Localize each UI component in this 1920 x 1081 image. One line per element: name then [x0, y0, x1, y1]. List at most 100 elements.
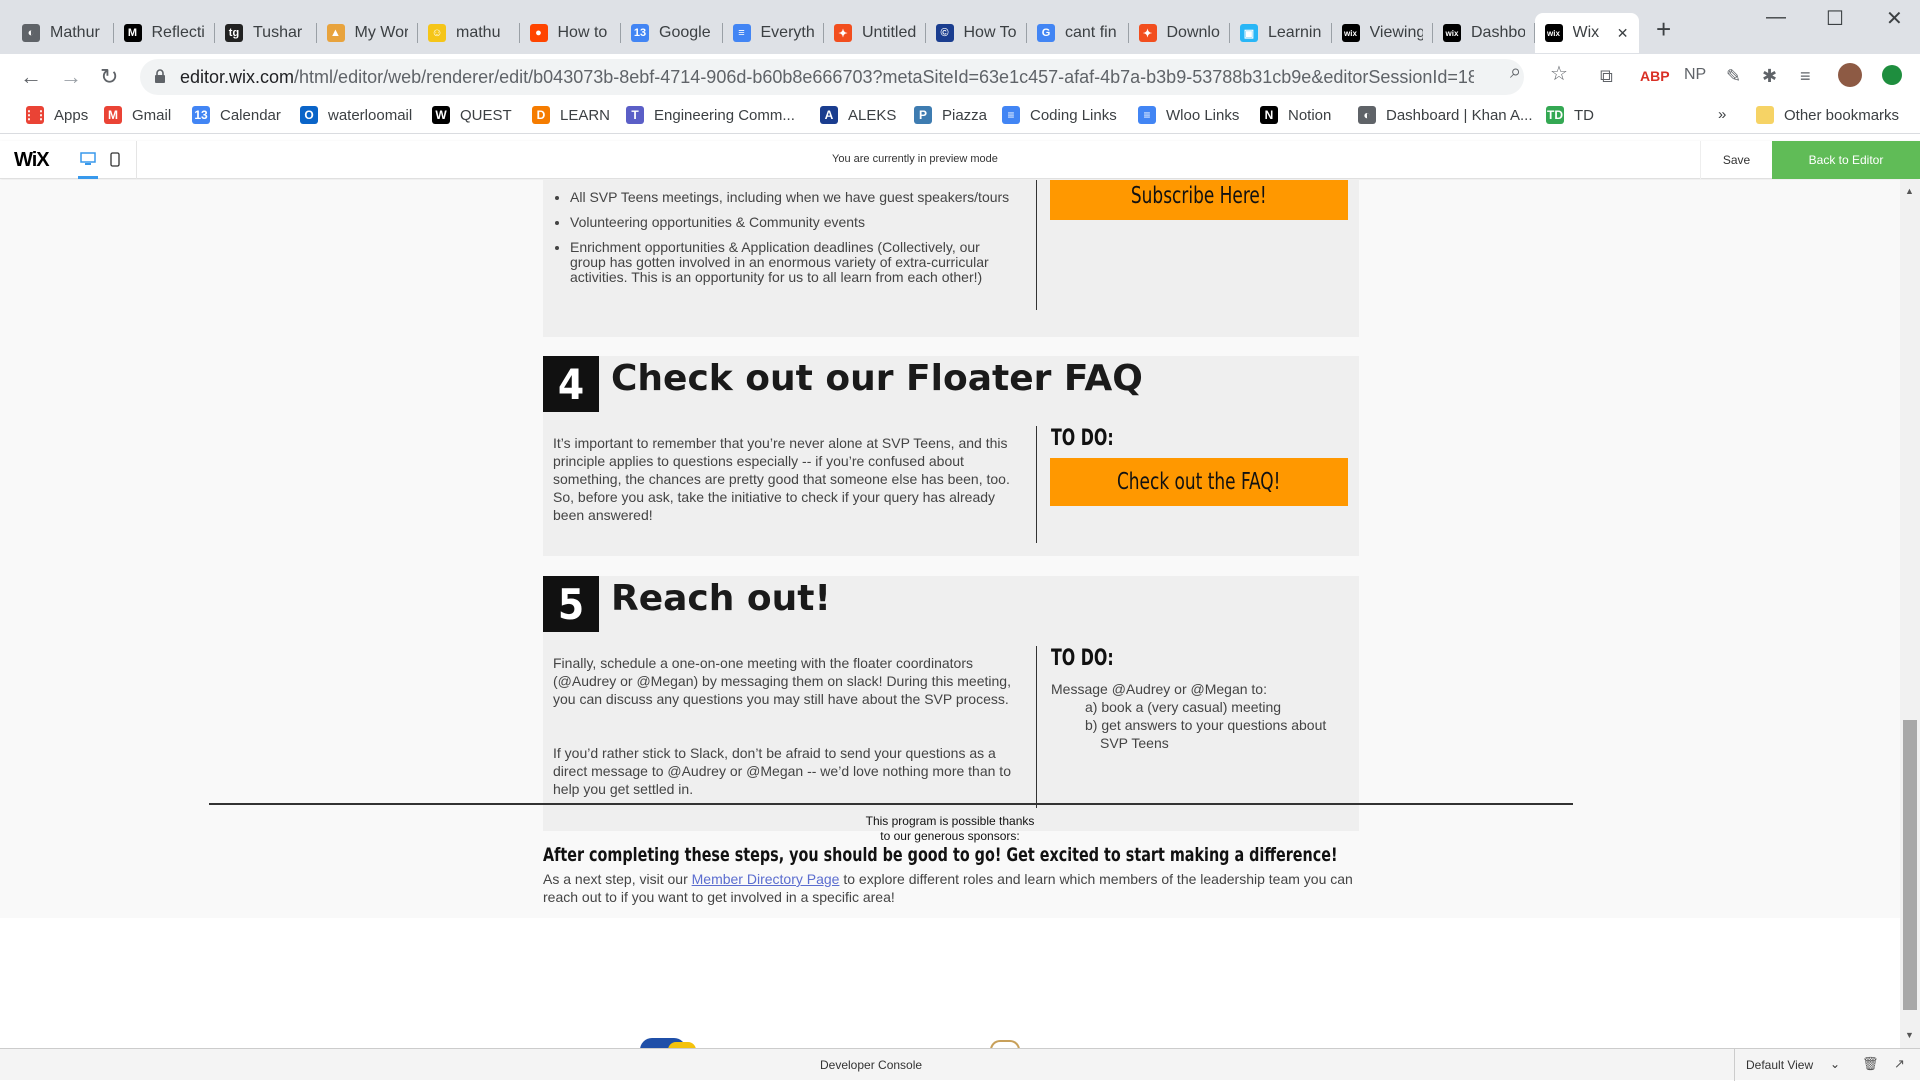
bookmark-favicon-icon: ◐ — [1358, 106, 1376, 124]
tab-strip: ◐ Mathur M Reflecti tg Tushar ▲ My Wor ☺ mathu ● Ho… — [0, 0, 1920, 54]
tab[interactable]: ≡ Everyth — [723, 13, 824, 53]
bookmark-label: Engineering Comm... — [654, 106, 795, 124]
bookmark-item[interactable]: Owaterloomail — [300, 106, 412, 124]
mobile-view-icon[interactable] — [110, 152, 120, 167]
bookmark-label: ALEKS — [848, 106, 897, 124]
minimize-icon[interactable]: — — [1766, 6, 1786, 29]
preview-mode-message: You are currently in preview mode — [832, 153, 998, 165]
tab[interactable]: wix Dashbo — [1433, 13, 1535, 53]
lock-icon[interactable] — [154, 68, 166, 84]
divider-line — [1036, 426, 1037, 543]
bookmark-item[interactable]: ≡ Coding Links — [1002, 106, 1117, 124]
bookmark-item[interactable]: ⋮⋮ Apps — [23, 106, 88, 124]
forward-icon[interactable]: → — [60, 64, 82, 90]
tab[interactable]: ☺ mathu — [418, 13, 520, 53]
save-button[interactable]: Save — [1700, 141, 1772, 179]
view-select[interactable]: Default View — [1746, 1058, 1813, 1072]
back-icon[interactable]: ← — [20, 64, 42, 90]
bookmark-label: Piazza — [942, 106, 988, 124]
tab-active[interactable]: wix Wix ✕ — [1534, 13, 1639, 53]
chevron-down-icon[interactable]: ⌄ — [1830, 1057, 1840, 1071]
update-icon[interactable] — [1882, 65, 1902, 85]
divider — [1734, 1049, 1735, 1081]
divider-line — [1036, 180, 1037, 310]
step-4-card: 4 Check out our Floater FAQ It’s importa… — [543, 356, 1359, 556]
bookmark-star-icon[interactable]: ☆ — [1550, 61, 1568, 86]
new-tab-icon[interactable]: + — [1656, 14, 1671, 45]
subscribe-button[interactable]: Subscribe Here! — [1050, 180, 1348, 220]
tab[interactable]: ▲ My Wor — [317, 13, 418, 53]
expand-icon[interactable]: ↗ — [1894, 1056, 1905, 1072]
bookmark-item[interactable]: 13 Calendar — [192, 106, 281, 124]
member-directory-link[interactable]: Member Directory Page — [692, 871, 840, 887]
tab[interactable]: 13 Google — [621, 13, 723, 53]
bookmark-favicon-icon: W — [432, 106, 450, 124]
scrollbar-thumb[interactable] — [1903, 720, 1917, 1010]
subscribe-bullets: All SVP Teens meetings, including when w… — [570, 190, 1010, 295]
completion-text-pre: As a next step, visit our — [543, 871, 692, 887]
tab[interactable]: © How To — [926, 13, 1027, 53]
tab-title: Learnin — [1268, 24, 1322, 41]
bookmark-item[interactable]: M Gmail — [104, 106, 171, 124]
bookmark-item[interactable]: D LEARN — [532, 106, 610, 124]
tab[interactable]: ✦ Downlo — [1129, 13, 1230, 53]
scrollbar[interactable]: ▲ ▼ — [1900, 180, 1920, 1048]
url-domain: editor.wix.com — [180, 66, 295, 87]
bookmark-label: Dashboard | Khan A... — [1386, 106, 1533, 124]
bullet-item: Volunteering opportunities & Community e… — [570, 215, 1010, 230]
bookmark-item[interactable]: ≡ Wloo Links — [1138, 106, 1239, 124]
desktop-view-icon[interactable] — [80, 152, 96, 166]
developer-console-toggle[interactable]: Developer Console — [820, 1058, 922, 1072]
address-bar[interactable]: editor.wix.com/html/editor/web/renderer/… — [140, 59, 1524, 95]
close-tab-icon[interactable]: ✕ — [1617, 25, 1629, 42]
bookmark-item[interactable]: T Engineering Comm... — [626, 106, 795, 124]
tab-favicon-icon: wix — [1341, 24, 1360, 42]
bookmark-favicon-icon: ≡ — [1138, 106, 1156, 124]
faq-button[interactable]: Check out the FAQ! — [1050, 458, 1348, 506]
tab[interactable]: wix Viewing — [1332, 13, 1433, 53]
reload-icon[interactable]: ↻ — [100, 64, 118, 90]
media-icon[interactable]: ≡ — [1800, 66, 1811, 87]
extensions-icon[interactable]: ✱ — [1762, 66, 1777, 87]
bookmark-label: QUEST — [460, 106, 512, 124]
bookmark-item[interactable]: P Piazza — [914, 106, 987, 124]
tab-search-icon[interactable]: ⧉ — [1600, 66, 1613, 87]
tab[interactable]: M Reflecti — [114, 13, 215, 53]
tab-favicon-icon: ☺ — [428, 24, 446, 42]
step-body: It’s important to remember that you’re n… — [553, 435, 1010, 523]
pen-extension-icon[interactable]: ✎ — [1726, 66, 1741, 87]
tab[interactable]: ● How to — [520, 13, 621, 53]
bookmark-item[interactable]: W QUEST — [432, 106, 512, 124]
back-to-editor-button[interactable]: Back to Editor — [1772, 141, 1920, 179]
maximize-icon[interactable]: ☐ — [1826, 6, 1844, 31]
tab-favicon-icon: wix — [1544, 24, 1563, 42]
scroll-up-icon[interactable]: ▲ — [1905, 186, 1914, 196]
tab-title: Google — [659, 24, 711, 41]
tab[interactable]: ✦ Untitled — [824, 13, 926, 53]
faq-button-label: Check out the FAQ! — [1117, 469, 1281, 495]
tab[interactable]: ▣ Learnin — [1230, 13, 1332, 53]
tab[interactable]: tg Tushar — [215, 13, 317, 53]
bookmark-item[interactable]: TD TD — [1546, 106, 1594, 124]
tab-favicon-icon: ▣ — [1240, 24, 1258, 42]
tab[interactable]: Gcant fin — [1027, 13, 1129, 53]
bookmarks-overflow-icon[interactable]: » — [1718, 106, 1726, 123]
developer-console-bar: Developer Console Default View ⌄ 🗑 ↗ — [0, 1048, 1920, 1081]
trash-icon[interactable]: 🗑 — [1862, 1056, 1879, 1072]
other-bookmarks[interactable]: Other bookmarks — [1756, 106, 1899, 124]
tab-favicon-icon: 13 — [631, 24, 649, 42]
close-window-icon[interactable]: ✕ — [1886, 6, 1903, 31]
bookmark-item[interactable]: N Notion — [1260, 106, 1331, 124]
adblock-icon[interactable]: ABP — [1640, 68, 1670, 84]
avatar[interactable] — [1838, 63, 1862, 87]
bookmark-label: Gmail — [132, 106, 172, 124]
zoom-icon[interactable]: ⌕ — [1510, 61, 1521, 84]
other-bookmarks-label: Other bookmarks — [1784, 106, 1900, 124]
tab[interactable]: ◐ Mathur — [12, 13, 114, 53]
bookmark-item[interactable]: A ALEKS — [820, 106, 896, 124]
scroll-down-icon[interactable]: ▼ — [1905, 1030, 1914, 1040]
np-extension-icon[interactable]: NP — [1684, 66, 1706, 84]
bookmark-item[interactable]: ◐ Dashboard | Khan A... — [1358, 106, 1533, 124]
step-body: Finally, schedule a one-on-one meeting w… — [553, 655, 1011, 707]
bookmark-favicon-icon: ⋮⋮ — [23, 106, 47, 124]
